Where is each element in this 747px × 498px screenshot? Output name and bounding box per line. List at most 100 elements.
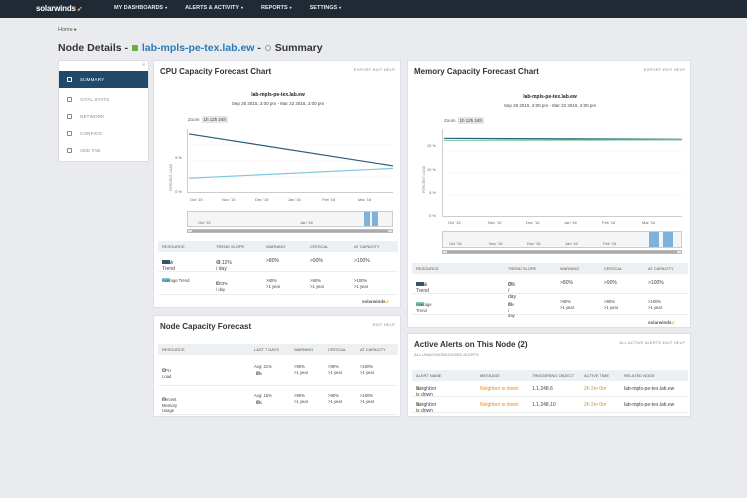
table-row: CPU Load Avg: 21% 0% >90% >1 year >90% >… [158,358,398,386]
sidebar-item-summary[interactable]: SUMMARY [59,71,148,88]
sidebar: « SUMMARY VITAL STATS NETWORK CONFIGS AD… [58,60,149,162]
x-tick: Jan '16 [288,197,301,202]
nav-my-dashboards[interactable]: MY DASHBOARDS ▾ [114,5,167,11]
navigator-label: Nov '15 [489,241,503,246]
navigator-label: Dec '15 [527,241,541,246]
y-tick: 15 % [426,143,436,148]
x-tick: Dec '15 [255,197,269,202]
network-icon [67,114,72,119]
range-navigator[interactable]: Oct '15 Nov '15 Dec '15 Jan '16 Feb '16 [442,231,682,248]
table-row: Peak Trend -0.12% / day >80% >90% >100% [158,254,398,272]
y-tick: 10 % [426,167,436,172]
breadcrumb-home[interactable]: Home [58,27,73,33]
summary-icon [264,45,271,51]
nav-alerts-activity[interactable]: ALERTS & ACTIVITY ▾ [185,5,243,11]
chart-title: lab-mpls-pe-tex.lab.ew [523,94,577,100]
x-tick: Jan '16 [564,220,577,225]
node-capacity-panel: Node Capacity Forecast EDIT HELP RESOURC… [153,315,401,417]
panel-tools[interactable]: EXPORT EDIT HELP [354,67,395,72]
configs-icon [67,131,72,136]
panel-tools[interactable]: EXPORT EDIT HELP [644,67,685,72]
series-line-average-trend [443,139,683,141]
node-link[interactable]: lab-mpls-pe-tex.lab.ew [142,42,255,54]
navigator-bar [663,232,673,247]
cpu-table-header: RESOURCE TREND SLOPE WARNING CRITICAL AT… [158,241,398,252]
range-scrollbar[interactable] [442,250,682,254]
x-tick: Oct '15 [448,220,461,225]
panel-title: Memory Capacity Forecast Chart [414,67,539,76]
y-axis-label: PERCENT LOAD [169,163,173,191]
navigator-label: Oct '15 [198,220,211,225]
vital-stats-icon [67,97,72,102]
solarwinds-brand: solarwinds➶ [648,320,676,325]
add-tab-icon [67,148,72,153]
alerts-table-header: ALERT NAME MESSAGE TRIGGERING OBJECT ACT… [412,370,688,381]
cpu-plot [187,129,394,193]
chevron-down-icon: ▾ [339,5,342,10]
x-tick: Mar '16 [642,220,656,225]
collapse-icon[interactable]: « [142,62,145,68]
range-navigator[interactable]: Oct '15 Jan '16 [187,211,393,227]
sidebar-item-network[interactable]: NETWORK [59,108,148,125]
chevron-down-icon: ▾ [165,5,168,10]
memory-forecast-panel: Memory Capacity Forecast Chart EXPORT ED… [407,60,691,328]
x-tick: Nov '15 [222,197,236,202]
chevron-down-icon: ▾ [241,5,244,10]
x-tick: Dec '15 [526,220,540,225]
panel-tools[interactable]: EDIT HELP [373,322,395,327]
y-tick: 5 % [175,155,182,160]
main-menu: MY DASHBOARDS ▾ ALERTS & ACTIVITY ▾ REPORT… [114,5,341,11]
table-row: Peak Trend 0% / day >80% >90% >100% [412,276,688,300]
memory-chart-svg [443,137,683,196]
scroll-thumb[interactable] [447,251,677,253]
zoom-controls: Zoom 1h 12h 24h [188,116,229,123]
sidebar-item-vital-stats[interactable]: VITAL STATS [59,91,148,108]
table-row: Percent Memory Usage Avg: 15% 0% >90% >1… [158,387,398,415]
active-alerts-panel: Active Alerts on This Node (2) ALL ACTIV… [407,333,691,417]
panel-tools[interactable]: ALL ACTIVE ALERTS EDIT HELP [619,340,685,345]
summary-tab-icon [67,77,72,82]
y-tick: 5 % [429,190,436,195]
series-line-peak-trend [443,137,683,140]
x-tick: Mar '16 [358,197,372,202]
chevron-down-icon: ▾ [289,5,292,10]
zoom-buttons[interactable]: 1h 12h 24h [201,116,229,123]
y-tick: 0 % [429,213,436,218]
solarwinds-brand: solarwinds➶ [362,299,390,304]
logo[interactable]: solarwinds➶ [36,4,83,13]
x-tick: Feb '16 [322,197,336,202]
panel-title: CPU Capacity Forecast Chart [160,67,272,76]
page-title: Node Details - lab-mpls-pe-tex.lab.ew - … [58,42,323,54]
chart-date-range: Sep 25 2015, 2:00 pm - Mar 22 2016, 2:00… [503,103,597,108]
cpu-chart-svg [188,133,394,179]
panel-title: Node Capacity Forecast [160,322,252,331]
nav-settings[interactable]: SETTINGS ▾ [310,5,342,11]
chart-date-range: Sep 25 2015, 2:00 pm - Mar 22 2016, 2:00… [231,101,325,106]
breadcrumb: Home ▸ [58,27,77,33]
nav-reports[interactable]: REPORTS ▾ [261,5,292,11]
zoom-controls: Zoom 1h 12h 24h [444,117,485,124]
table-row: Average Trend 0.03% / day >80% >1 year >… [158,273,398,295]
navigator-label: Jan '16 [565,241,578,246]
table-row[interactable]: Neighbor is down Neighbor is down 1.1.24… [412,382,688,398]
scroll-thumb[interactable] [192,230,388,232]
table-row: Average Trend 0% / day >80% >1 year >90%… [412,295,688,318]
x-tick: Nov '15 [488,220,502,225]
sidebar-item-configs[interactable]: CONFIGS [59,125,148,142]
alerts-subtitle: ALL UNACKNOWLEDGED ALERTS [414,352,479,357]
cpu-forecast-panel: CPU Capacity Forecast Chart EXPORT EDIT … [153,60,401,308]
sidebar-item-add-tab[interactable]: ADD TAB [59,142,148,159]
navigator-label: Jan '16 [300,220,313,225]
logo-mark-icon: ➶ [76,6,83,13]
y-tick: 0 % [175,189,182,194]
memory-table-header: RESOURCE TREND SLOPE WARNING CRITICAL AT… [412,263,688,274]
range-scrollbar[interactable] [187,229,393,233]
node-table-header: RESOURCE LAST 7 DAYS WARNING CRITICAL AT… [158,344,398,355]
zoom-buttons[interactable]: 1h 12h 24h [457,117,485,124]
chart-title: lab-mpls-pe-tex.lab.ew [251,92,305,98]
top-nav: solarwinds➶ MY DASHBOARDS ▾ ALERTS & ACTI… [0,0,747,18]
navigator-label: Feb '16 [603,241,617,246]
memory-plot [442,129,683,217]
panel-title: Active Alerts on This Node (2) [414,340,528,349]
table-row[interactable]: Neighbor is down Neighbor is down 1.1.24… [412,398,688,414]
